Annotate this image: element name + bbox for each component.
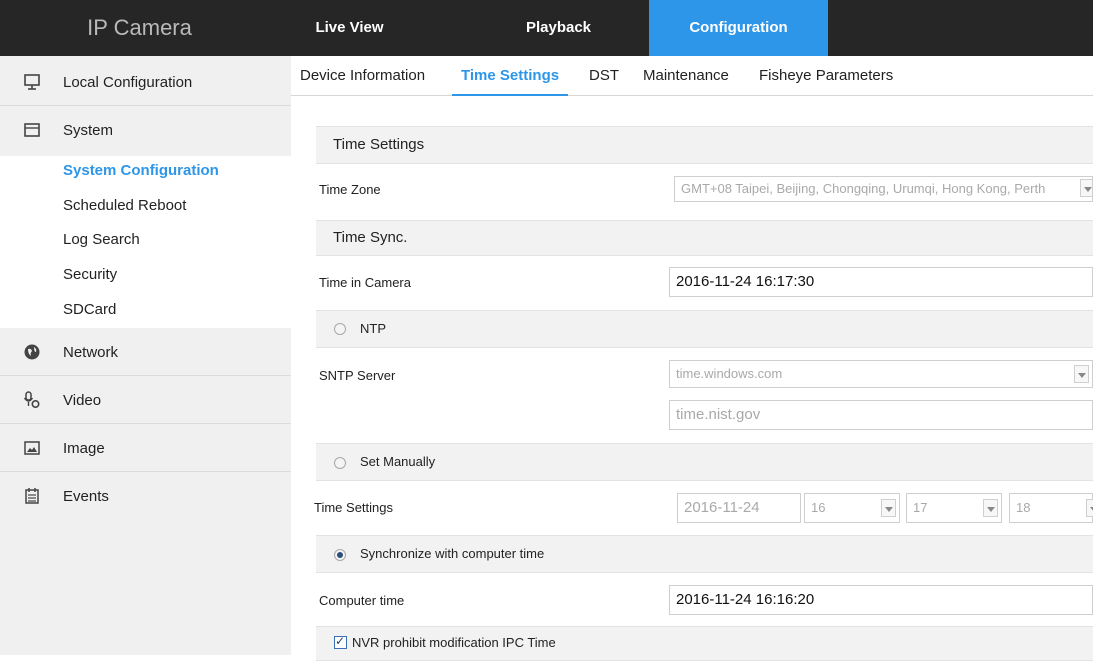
sidebar-item-image[interactable]: Image (0, 424, 291, 472)
tab-device-information[interactable]: Device Information (300, 56, 425, 96)
nav-tab-playback[interactable]: Playback (500, 0, 617, 56)
chevron-down-icon (1086, 499, 1093, 517)
set-manually-label: Set Manually (360, 454, 436, 469)
tab-fisheye-parameters[interactable]: Fisheye Parameters (759, 56, 893, 96)
chevron-down-icon (1074, 365, 1089, 383)
time-sync-section-header: Time Sync. (316, 220, 1093, 256)
sntp-server-select[interactable]: time.windows.com (669, 360, 1093, 388)
sidebar-item-system[interactable]: System (0, 106, 291, 154)
system-submenu: System Configuration Scheduled Reboot Lo… (0, 156, 291, 328)
time-in-camera-field: 2016-11-24 16:17:30 (669, 267, 1093, 297)
sidebar-item-label: Video (63, 392, 102, 409)
calendar-icon (25, 488, 39, 504)
time-settings-section-header: Time Settings (316, 126, 1093, 164)
section-title: Time Settings (333, 136, 425, 153)
manual-hour-select[interactable]: 16 (804, 493, 900, 523)
sidebar-item-events[interactable]: Events (0, 472, 291, 520)
config-tabs: Device Information Time Settings DST Mai… (291, 56, 1093, 96)
submenu-scheduled-reboot[interactable]: Scheduled Reboot (63, 197, 186, 214)
globe-icon (24, 344, 40, 360)
manual-hour-value: 16 (811, 500, 826, 515)
chevron-down-icon (881, 499, 896, 517)
window-icon (24, 123, 40, 137)
manual-second-select[interactable]: 18 (1009, 493, 1093, 523)
sidebar-item-video[interactable]: Video (0, 376, 291, 424)
submenu-sdcard[interactable]: SDCard (63, 301, 116, 318)
microphone-icon (23, 391, 40, 409)
section-title: Time Sync. (333, 229, 408, 246)
manual-date-input[interactable]: 2016-11-24 (677, 493, 801, 523)
manual-minute-value: 17 (913, 500, 928, 515)
app-title: IP Camera (87, 15, 192, 40)
sync-computer-radio[interactable] (334, 549, 346, 561)
sidebar: Local Configuration System System Config… (0, 56, 291, 655)
computer-time-field: 2016-11-24 16:16:20 (669, 585, 1093, 615)
tab-dst[interactable]: DST (589, 56, 619, 96)
tab-time-settings[interactable]: Time Settings (452, 56, 569, 96)
main-content: Device Information Time Settings DST Mai… (291, 56, 1093, 661)
time-zone-select[interactable]: GMT+08 Taipei, Beijing, Chongqing, Urumq… (674, 176, 1093, 202)
nvr-prohibit-checkbox[interactable] (334, 634, 347, 649)
submenu-log-search[interactable]: Log Search (63, 231, 140, 248)
ntp-label: NTP (360, 321, 386, 336)
sidebar-item-local-configuration[interactable]: Local Configuration (0, 58, 291, 106)
nav-tab-live-view[interactable]: Live View (291, 0, 408, 56)
top-navigation-bar: IP Camera Live View Playback Configurati… (0, 0, 1093, 56)
sntp-server-label: SNTP Server (319, 368, 396, 383)
chevron-down-icon (983, 499, 998, 517)
monitor-icon (24, 74, 40, 90)
computer-time-label: Computer time (319, 593, 405, 608)
manual-second-value: 18 (1016, 500, 1031, 515)
submenu-system-configuration[interactable]: System Configuration (63, 162, 219, 179)
chevron-down-icon (1080, 179, 1092, 197)
nvr-prohibit-row: NVR prohibit modification IPC Time (316, 626, 1093, 661)
tab-maintenance[interactable]: Maintenance (643, 56, 729, 96)
time-zone-value: GMT+08 Taipei, Beijing, Chongqing, Urumq… (681, 181, 1046, 196)
nvr-prohibit-label: NVR prohibit modification IPC Time (352, 635, 556, 650)
set-manually-option-row: Set Manually (316, 443, 1093, 481)
sidebar-item-label: Network (63, 344, 119, 361)
sync-computer-option-row: Synchronize with computer time (316, 535, 1093, 573)
sidebar-item-label: Local Configuration (63, 74, 193, 91)
sidebar-item-network[interactable]: Network (0, 328, 291, 376)
sync-computer-label: Synchronize with computer time (360, 546, 545, 561)
manual-minute-select[interactable]: 17 (906, 493, 1002, 523)
sidebar-item-label: System (63, 122, 114, 139)
nav-tab-configuration[interactable]: Configuration (649, 0, 828, 56)
time-in-camera-label: Time in Camera (319, 275, 411, 290)
image-icon (24, 441, 40, 455)
time-zone-label: Time Zone (319, 182, 381, 197)
sntp-server-custom-input[interactable]: time.nist.gov (669, 400, 1093, 430)
submenu-security[interactable]: Security (63, 266, 117, 283)
set-manually-radio[interactable] (334, 457, 346, 469)
sidebar-item-label: Events (63, 488, 109, 505)
ntp-radio[interactable] (334, 323, 346, 335)
manual-time-settings-label: Time Settings (314, 500, 393, 515)
ntp-option-row: NTP (316, 310, 1093, 348)
sidebar-item-label: Image (63, 440, 105, 457)
sntp-server-value: time.windows.com (676, 366, 783, 381)
